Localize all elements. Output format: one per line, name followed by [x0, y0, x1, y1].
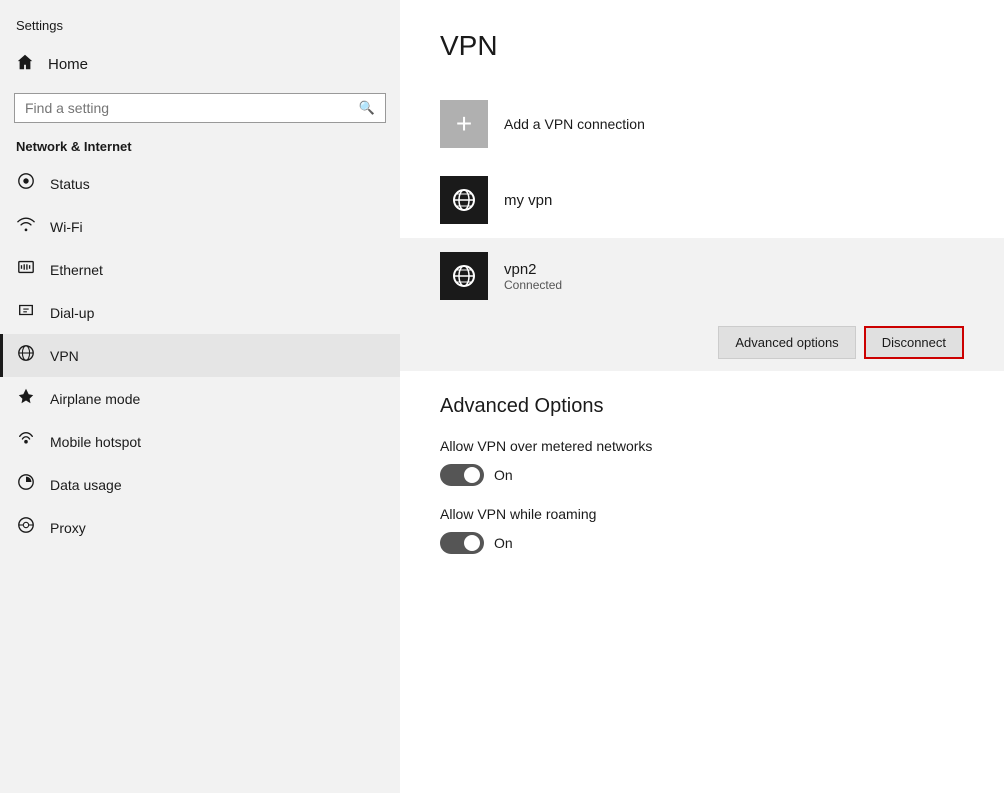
toggle-row-roaming: On	[440, 532, 964, 554]
advanced-options-title: Advanced Options	[440, 395, 964, 418]
option-metered-label: Allow VPN over metered networks	[440, 438, 964, 454]
sidebar-item-home[interactable]: Home	[0, 43, 400, 85]
add-vpn-label: Add a VPN connection	[504, 116, 645, 132]
sidebar-item-wifi[interactable]: Wi-Fi	[0, 205, 400, 248]
toggle-label-roaming: On	[494, 535, 513, 551]
toggle-thumb-roaming	[464, 535, 480, 551]
sidebar-item-status[interactable]: Status	[0, 162, 400, 205]
search-input[interactable]	[25, 100, 359, 116]
vpn-status-vpn2: Connected	[504, 278, 562, 292]
toggle-thumb-metered	[464, 467, 480, 483]
sidebar-item-label: Wi-Fi	[50, 219, 83, 235]
toggle-row-metered: On	[440, 464, 964, 486]
sidebar-item-datausage[interactable]: Data usage	[0, 463, 400, 506]
toggle-label-metered: On	[494, 467, 513, 483]
search-box[interactable]: 🔍	[14, 93, 386, 123]
sidebar-item-label: Airplane mode	[50, 391, 140, 407]
hotspot-icon	[16, 430, 36, 453]
vpn-icon-vpn2	[440, 252, 488, 300]
vpn-name-vpn2: vpn2	[504, 261, 562, 278]
airplane-icon	[16, 387, 36, 410]
disconnect-button[interactable]: Disconnect	[864, 326, 964, 359]
page-title: VPN	[440, 30, 964, 62]
sidebar-item-label: Dial-up	[50, 305, 94, 321]
ethernet-icon	[16, 258, 36, 281]
sidebar-item-label: Ethernet	[50, 262, 103, 278]
sidebar-item-label: Proxy	[50, 520, 86, 536]
datausage-icon	[16, 473, 36, 496]
vpn-info-vpn2: vpn2 Connected	[504, 261, 562, 292]
sidebar-item-airplane[interactable]: Airplane mode	[0, 377, 400, 420]
sidebar: Settings Home 🔍 Network & Internet Statu…	[0, 0, 400, 793]
sidebar-item-hotspot[interactable]: Mobile hotspot	[0, 420, 400, 463]
vpn-item-vpn2[interactable]: vpn2 Connected	[440, 252, 964, 300]
option-roaming-label: Allow VPN while roaming	[440, 506, 964, 522]
home-icon	[16, 53, 34, 75]
vpn-nav-icon	[16, 344, 36, 367]
vpn-buttons-row: Advanced options Disconnect	[400, 314, 1004, 371]
sidebar-item-ethernet[interactable]: Ethernet	[0, 248, 400, 291]
toggle-roaming[interactable]	[440, 532, 484, 554]
section-heading: Network & Internet	[0, 135, 400, 162]
sidebar-item-label: Mobile hotspot	[50, 434, 141, 450]
advanced-options-section: Advanced Options Allow VPN over metered …	[440, 395, 964, 554]
sidebar-item-proxy[interactable]: Proxy	[0, 506, 400, 549]
sidebar-item-dialup[interactable]: Dial-up	[0, 291, 400, 334]
vpn-info-myvpn: my vpn	[504, 192, 552, 209]
search-icon: 🔍	[359, 100, 375, 116]
sidebar-item-label: Status	[50, 176, 90, 192]
status-icon	[16, 172, 36, 195]
toggle-track-roaming	[440, 532, 484, 554]
sidebar-item-vpn[interactable]: VPN	[0, 334, 400, 377]
option-metered: Allow VPN over metered networks On	[440, 438, 964, 486]
toggle-track-metered	[440, 464, 484, 486]
add-vpn-icon: +	[440, 100, 488, 148]
dialup-icon	[16, 301, 36, 324]
proxy-icon	[16, 516, 36, 539]
vpn-item-myvpn[interactable]: my vpn	[440, 162, 964, 238]
sidebar-item-label: Data usage	[50, 477, 122, 493]
advanced-options-button[interactable]: Advanced options	[718, 326, 855, 359]
toggle-metered[interactable]	[440, 464, 484, 486]
vpn-icon-myvpn	[440, 176, 488, 224]
add-vpn-item[interactable]: + Add a VPN connection	[440, 86, 964, 162]
plus-icon: +	[456, 110, 472, 138]
vpn-name-myvpn: my vpn	[504, 192, 552, 209]
sidebar-item-label: VPN	[50, 348, 79, 364]
home-label: Home	[48, 56, 88, 73]
option-roaming: Allow VPN while roaming On	[440, 506, 964, 554]
vpn-connected-row[interactable]: vpn2 Connected	[400, 238, 1004, 314]
wifi-icon	[16, 215, 36, 238]
main-content: VPN + Add a VPN connection my vpn	[400, 0, 1004, 793]
app-title: Settings	[0, 0, 400, 43]
